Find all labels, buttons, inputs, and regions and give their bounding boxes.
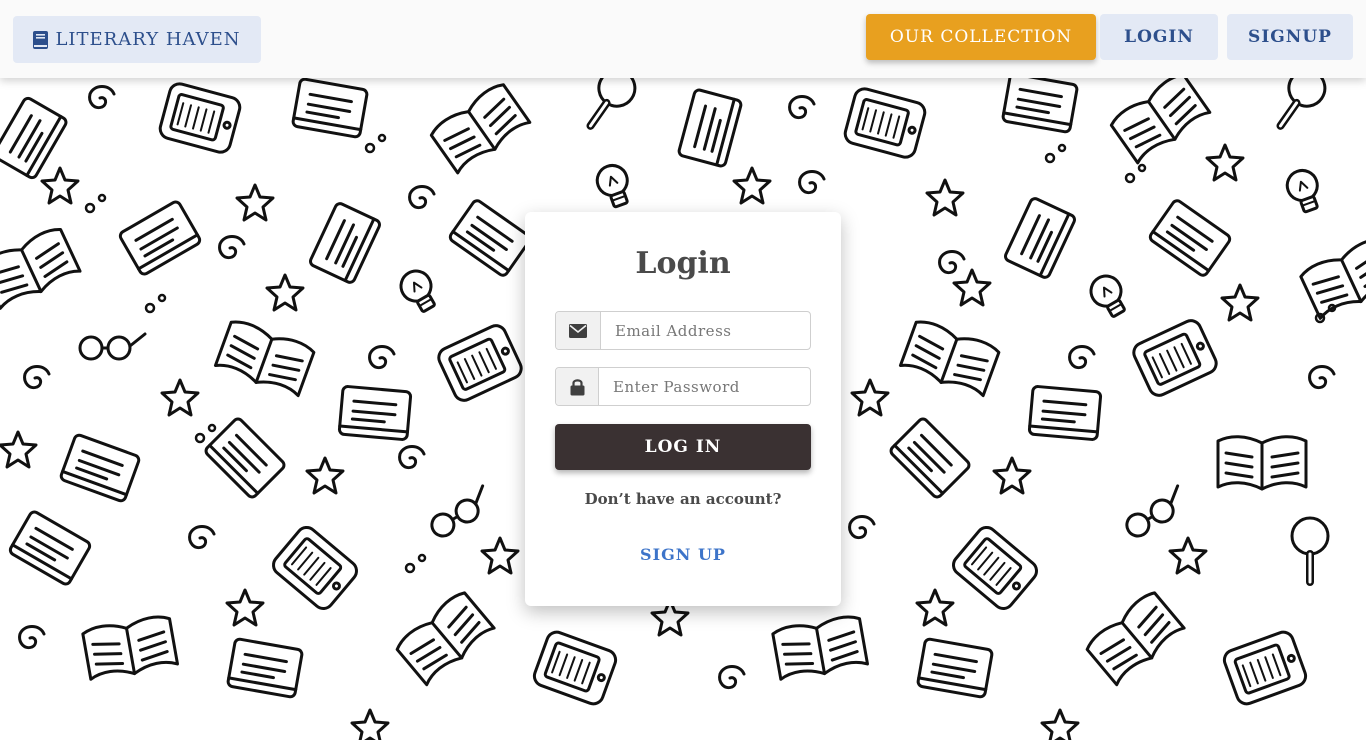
login-card: Login LOG IN Don’t have an account? SIGN… bbox=[525, 212, 841, 606]
nav-signup-button[interactable]: SIGNUP bbox=[1227, 14, 1353, 60]
signup-link[interactable]: SIGN UP bbox=[525, 545, 841, 564]
envelope-icon bbox=[556, 312, 601, 349]
no-account-text: Don’t have an account? bbox=[584, 490, 782, 508]
login-submit-button[interactable]: LOG IN bbox=[555, 424, 811, 470]
our-collection-button[interactable]: OUR COLLECTION bbox=[866, 14, 1096, 60]
book-icon bbox=[33, 30, 49, 49]
brand-logo-link[interactable]: LITERARY HAVEN bbox=[13, 16, 261, 63]
password-input[interactable] bbox=[599, 368, 810, 405]
lock-icon bbox=[556, 368, 599, 405]
top-navbar: LITERARY HAVEN OUR COLLECTION LOGIN SIGN… bbox=[0, 0, 1366, 78]
nav-login-button[interactable]: LOGIN bbox=[1100, 14, 1218, 60]
password-field-group bbox=[555, 367, 811, 406]
email-field-group bbox=[555, 311, 811, 350]
brand-label: LITERARY HAVEN bbox=[55, 29, 241, 50]
login-title: Login bbox=[635, 246, 731, 281]
email-input[interactable] bbox=[601, 312, 810, 349]
